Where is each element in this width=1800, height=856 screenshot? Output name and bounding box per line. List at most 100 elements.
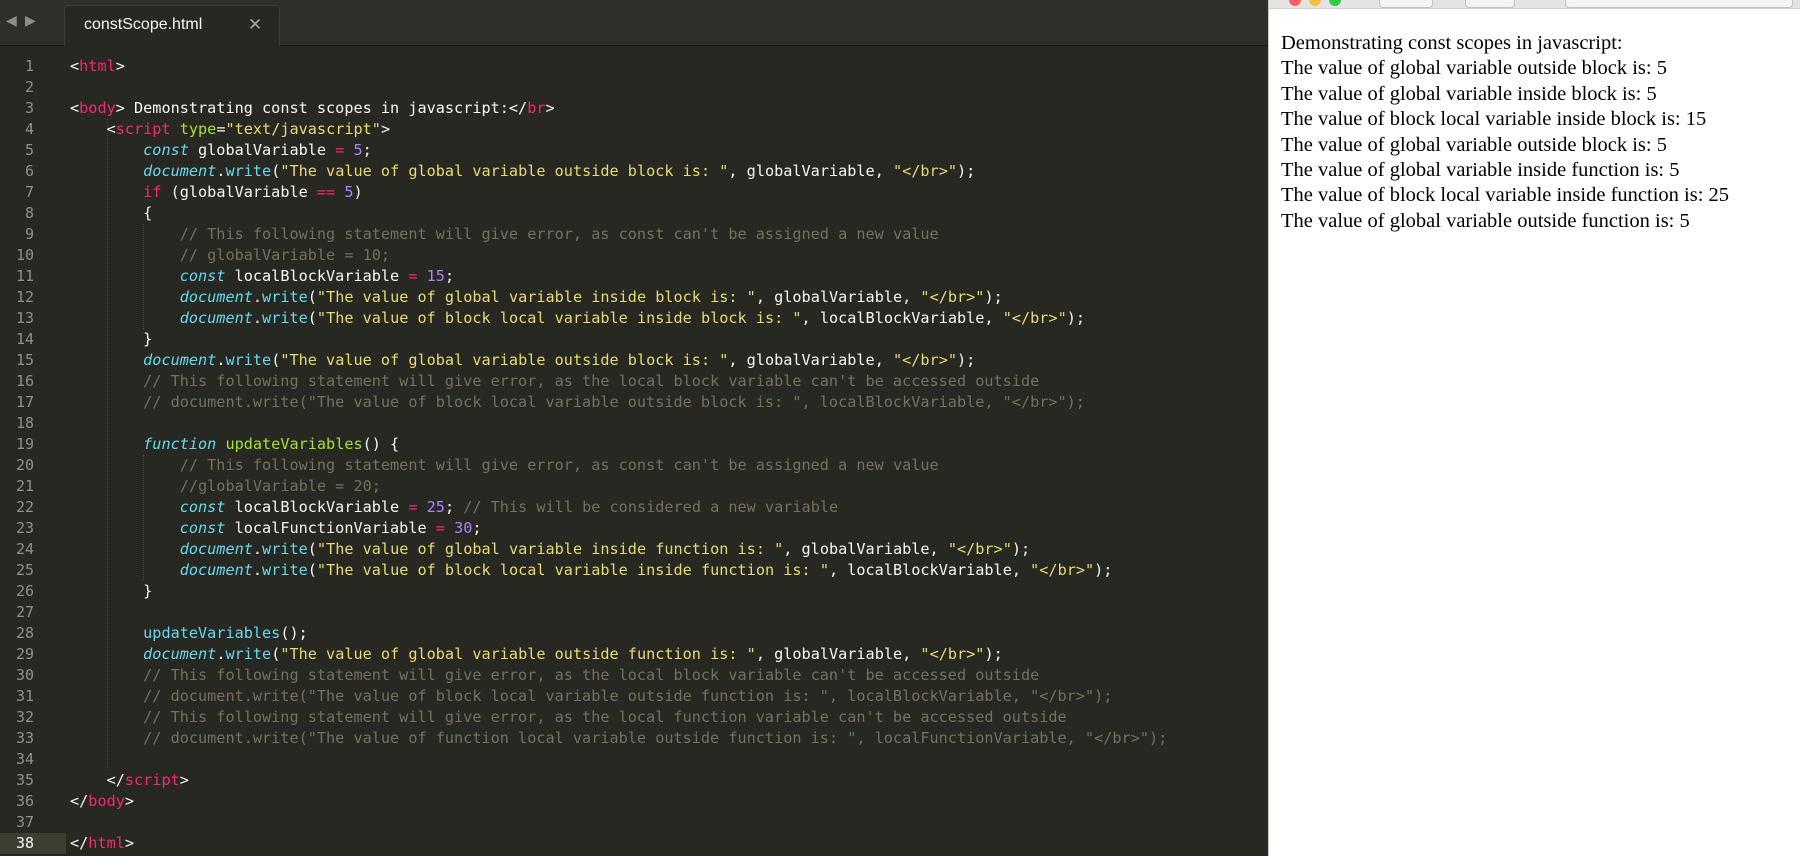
code-line: // document.write("The value of block lo… (70, 392, 1085, 413)
code-line: // globalVariable = 10; (70, 245, 390, 266)
code-line: document.write("The value of block local… (70, 560, 1113, 581)
line-number: 30 (15, 666, 34, 684)
code-token: // This following statement will give er… (179, 225, 939, 243)
line-number: 31 (15, 687, 34, 705)
code-token: document (179, 561, 253, 579)
line-number: 23 (15, 519, 34, 537)
code-token: 5 (344, 183, 354, 201)
code-token: // This will be considered a new variabl… (463, 498, 839, 516)
code-token: write (225, 351, 272, 369)
close-tab-icon[interactable]: ✕ (248, 15, 262, 35)
code-token: == (316, 183, 336, 201)
code-line: { (70, 203, 152, 224)
code-token: updateVariables (143, 624, 281, 642)
code-token: document (179, 309, 253, 327)
line-number: 2 (24, 78, 34, 96)
code-token: </ (70, 771, 125, 789)
code-line: </script> (70, 770, 189, 791)
code-token: "The value of block local variable insid… (316, 309, 802, 327)
line-number: 28 (15, 624, 34, 642)
code-token: document (179, 540, 253, 558)
code-token: 25 (426, 498, 445, 516)
line-number: 5 (24, 141, 34, 159)
code-area[interactable]: <html> <body> Demonstrating const scopes … (70, 45, 1268, 856)
forward-arrow-icon[interactable]: ▶ (25, 12, 36, 28)
code-token: // globalVariable = 10; (179, 246, 391, 264)
line-number: 7 (24, 183, 34, 201)
zoom-window-icon[interactable] (1329, 0, 1341, 6)
code-token: } (70, 582, 153, 600)
code-line: document.write("The value of global vari… (70, 287, 1003, 308)
code-line: const localBlockVariable = 15; (70, 266, 454, 287)
code-token: 30 (454, 519, 473, 537)
code-token: ; (444, 267, 455, 285)
code-token: "The value of global variable outside bl… (280, 162, 729, 180)
code-token: , localBlockVariable, (801, 309, 1003, 327)
code-line: document.write("The value of global vari… (70, 539, 1030, 560)
line-number: 27 (15, 603, 34, 621)
line-number: 25 (15, 561, 34, 579)
code-token: "text/javascript" (225, 120, 381, 138)
code-token: ); (1066, 309, 1086, 327)
file-tab-label: constScope.html (84, 16, 203, 33)
code-token: "The value of global variable inside blo… (316, 288, 756, 306)
close-window-icon[interactable] (1289, 0, 1301, 6)
browser-toolbar (1269, 0, 1800, 9)
code-token: html (79, 57, 116, 75)
code-token: write (225, 162, 272, 180)
code-token: write (262, 540, 308, 558)
code-token: ( (307, 540, 317, 558)
code-token: "</br>" (892, 162, 957, 180)
code-token: body (79, 99, 116, 117)
code-token: . (252, 309, 263, 327)
code-token: const (179, 519, 226, 537)
sidebar-button[interactable] (1465, 0, 1515, 8)
code-line: document.write("The value of global vari… (70, 644, 1003, 665)
line-number-gutter: 1 2 3 4 5 6 7 8 9 10 11 12 13 14 15 16 17 18 19 20 21 22 23 24 2… (0, 45, 66, 856)
code-token: > (115, 57, 125, 75)
code-token: . (252, 540, 263, 558)
back-arrow-icon[interactable]: ◀ (6, 12, 17, 28)
browser-output-window: Demonstrating const scopes in javascript… (1268, 0, 1800, 856)
code-token: "The value of global variable outside bl… (280, 351, 729, 369)
code-token: br (527, 99, 546, 117)
code-token: document (179, 288, 253, 306)
address-bar[interactable] (1565, 0, 1793, 8)
line-number: 29 (15, 645, 34, 663)
line-number: 13 (15, 309, 34, 327)
code-token: ( (271, 351, 281, 369)
nav-buttons[interactable] (1379, 0, 1433, 8)
code-token: { (70, 204, 153, 222)
code-line: <body> Demonstrating const scopes in jav… (70, 98, 555, 119)
file-tab[interactable]: constScope.html ✕ (64, 5, 280, 46)
output-line: The value of global variable inside bloc… (1281, 82, 1657, 105)
code-token: "The value of global variable inside fun… (316, 540, 784, 558)
code-token: 5 (353, 141, 363, 159)
code-editor[interactable]: ◀ ▶ constScope.html ✕ 1 2 3 4 5 6 7 8 9 10 11 12 13 1… (0, 0, 1268, 856)
code-token: = (435, 519, 445, 537)
output-line: The value of global variable outside blo… (1281, 57, 1667, 80)
line-number: 11 (15, 267, 34, 285)
line-number: 4 (24, 120, 34, 138)
output-line: The value of global variable inside func… (1281, 159, 1680, 182)
code-token: </ (70, 834, 89, 852)
code-line: // document.write("The value of function… (70, 728, 1167, 749)
minimize-window-icon[interactable] (1309, 0, 1321, 6)
code-token: localBlockVariable (225, 267, 409, 285)
line-number: 24 (15, 540, 34, 558)
